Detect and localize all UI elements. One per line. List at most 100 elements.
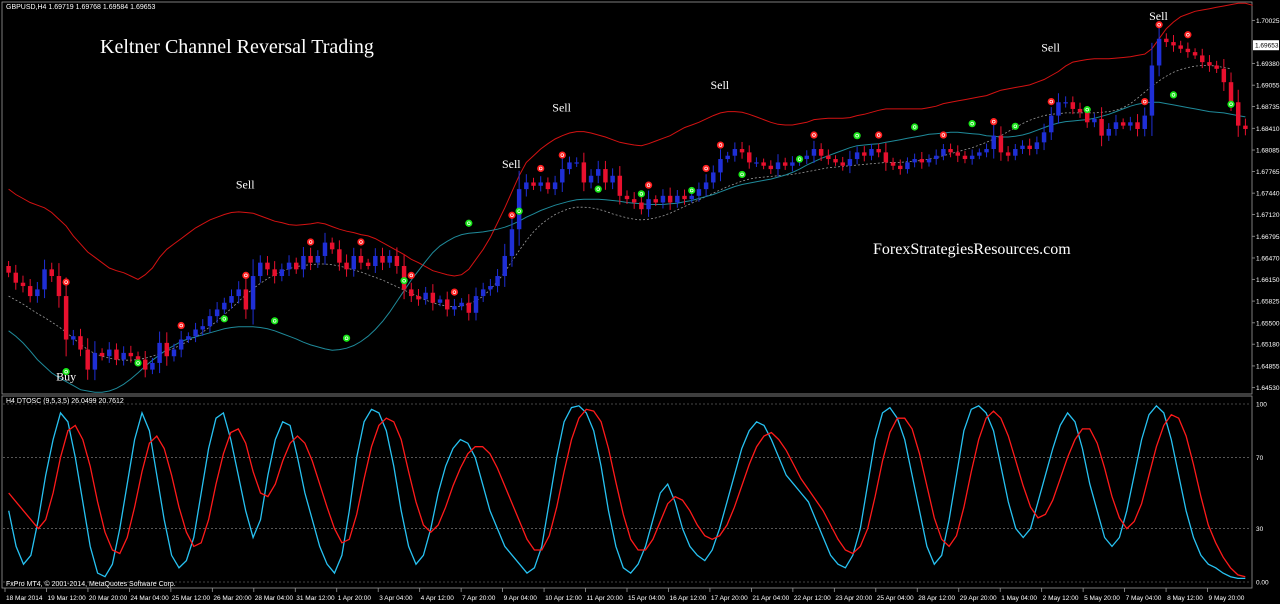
time-tick-label: 21 Apr 04:00 <box>752 595 789 602</box>
bull-candle <box>509 229 515 256</box>
bull-candle <box>933 155 939 160</box>
bear-candle <box>962 155 968 160</box>
bear-candle <box>898 165 903 170</box>
bull-candle <box>301 255 306 270</box>
chart-canvas: GBPUSD,H4 1.69719 1.69768 1.69584 1.6965… <box>0 0 1280 604</box>
bull-candle <box>42 269 47 290</box>
bull-candle <box>588 175 594 183</box>
price-tick-label: 1.65500 <box>1256 320 1280 327</box>
bear-candle <box>416 296 421 300</box>
bear-candle <box>409 289 414 297</box>
signal-label: Sell <box>502 157 521 171</box>
sell-reversal-dot <box>875 131 883 139</box>
price-tick-label: 1.67120 <box>1256 212 1280 219</box>
buy-reversal-dot <box>738 170 746 179</box>
bull-candle <box>869 149 874 156</box>
bull-candle <box>1049 115 1054 133</box>
bear-candle <box>545 182 551 190</box>
bull-candle <box>121 352 126 360</box>
buy-reversal-dot <box>220 315 228 323</box>
bear-candle <box>380 255 385 263</box>
time-tick-label: 20 Mar 20:00 <box>89 595 128 602</box>
price-tick-label: 1.70025 <box>1256 18 1280 25</box>
buy-reversal-dot <box>688 186 696 195</box>
signal-label: Sell <box>710 78 729 92</box>
bear-candle <box>1214 65 1219 69</box>
bear-candle <box>639 202 644 210</box>
bear-candle <box>1235 102 1241 126</box>
time-tick-label: 26 Mar 20:00 <box>213 595 252 602</box>
bull-candle <box>725 155 730 160</box>
time-tick-label: 31 Mar 12:00 <box>296 595 335 602</box>
sell-reversal-dot <box>1184 31 1192 39</box>
bull-candle <box>811 149 817 156</box>
bear-candle <box>243 289 249 310</box>
buy-reversal-dot <box>1083 106 1091 114</box>
bull-candle <box>1092 118 1097 123</box>
bull-candle <box>574 162 579 164</box>
price-tick-label: 1.66150 <box>1256 277 1280 284</box>
bear-candle <box>20 282 26 287</box>
bear-candle <box>344 262 349 270</box>
bear-candle <box>1207 62 1212 66</box>
bull-candle <box>567 162 572 170</box>
bear-candle <box>27 286 33 297</box>
bull-candle <box>711 172 716 183</box>
bull-candle <box>1063 102 1068 104</box>
bear-candle <box>624 195 630 200</box>
bull-candle <box>157 342 162 363</box>
bull-candle <box>1013 149 1018 156</box>
time-tick-label: 5 May 20:00 <box>1084 595 1120 602</box>
sell-reversal-dot <box>537 164 545 173</box>
website-watermark: ForexStrategiesResources.com <box>873 241 1071 258</box>
platform-credit: FxPro MT4, © 2001-2014, MetaQuotes Softw… <box>6 580 176 588</box>
time-tick-label: 28 Apr 12:00 <box>918 595 955 602</box>
bear-candle <box>358 255 364 263</box>
sell-reversal-dot <box>1141 98 1149 106</box>
bear-candle <box>833 159 838 163</box>
bear-candle <box>1221 68 1227 83</box>
bear-candle <box>365 262 371 266</box>
bull-candle <box>373 255 378 266</box>
bear-candle <box>581 162 587 183</box>
signal-label: Sell <box>552 101 571 115</box>
bull-candle <box>804 155 809 160</box>
bear-candle <box>998 135 1004 153</box>
signal-label: Buy <box>56 370 76 384</box>
bull-candle <box>660 195 666 203</box>
time-tick-label: 10 Apr 12:00 <box>545 595 582 602</box>
price-tick-label: 1.65180 <box>1256 342 1280 349</box>
bear-candle <box>164 342 170 357</box>
bull-candle <box>1020 145 1025 150</box>
buy-reversal-dot <box>1227 100 1235 108</box>
bear-candle <box>1171 42 1176 46</box>
bear-candle <box>6 266 11 273</box>
oscillator-level-label: 70 <box>1256 455 1264 462</box>
price-tick-label: 1.69055 <box>1256 83 1280 90</box>
bear-candle <box>99 352 105 357</box>
bull-candle <box>689 195 694 200</box>
bear-candle <box>631 199 637 203</box>
buy-reversal-dot <box>515 207 523 215</box>
time-tick-label: 9 Apr 04:00 <box>504 595 538 602</box>
bear-candle <box>13 272 19 283</box>
sell-reversal-dot <box>62 278 70 286</box>
bull-candle <box>538 182 543 186</box>
bull-candle <box>171 349 177 357</box>
sell-reversal-dot <box>508 211 516 219</box>
bull-candle <box>847 159 853 166</box>
bear-candle <box>782 162 788 166</box>
price-tick-label: 1.66795 <box>1256 234 1280 241</box>
buy-reversal-dot <box>1011 122 1019 130</box>
chart-title: Keltner Channel Reversal Trading <box>100 36 374 58</box>
sell-reversal-dot <box>716 141 725 149</box>
bear-candle <box>876 149 881 153</box>
bear-candle <box>1120 122 1126 126</box>
buy-reversal-dot <box>594 185 602 193</box>
price-tick-label: 1.65825 <box>1256 299 1280 306</box>
time-tick-label: 2 May 12:00 <box>1043 595 1079 602</box>
bear-candle <box>1185 48 1191 53</box>
oscillator-level-label: 100 <box>1256 402 1267 409</box>
oscillator-level-label: 30 <box>1256 526 1264 533</box>
bull-candle <box>279 269 285 277</box>
